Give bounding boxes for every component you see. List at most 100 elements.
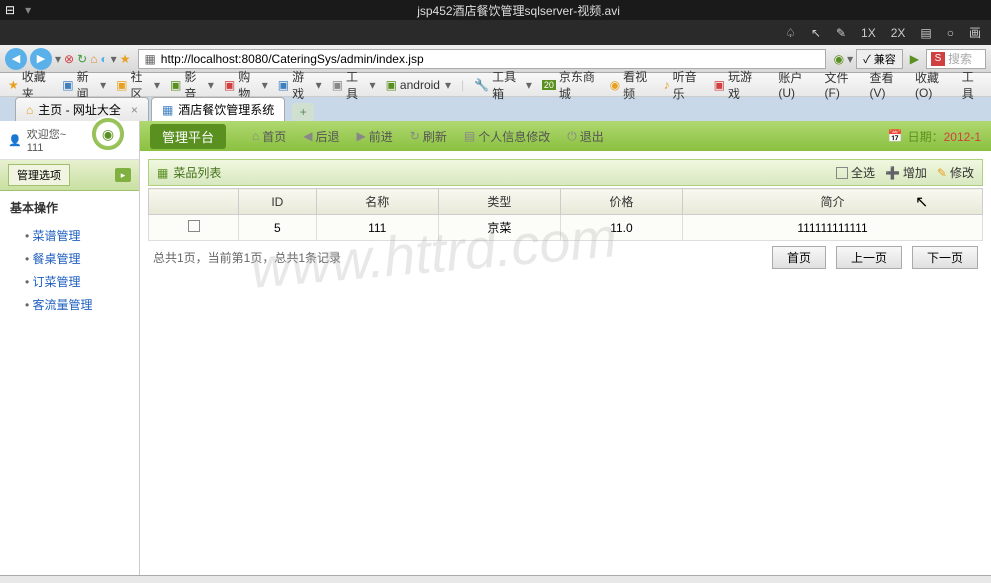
list-header: ▦ 菜品列表 全选 ➕增加 ✎修改 (148, 159, 983, 186)
user-icon: 👤 (8, 134, 22, 147)
col-check (149, 189, 239, 215)
folder-icon: ▣ (170, 78, 181, 92)
cell-check[interactable] (149, 215, 239, 241)
nav-stop-button[interactable]: ⊗ (64, 52, 74, 66)
bookmarks-bar: ★收藏夹 ▣新闻 ▣社区 ▣影音 ▣购物 ▣游戏 ▣工具 ▣android | … (0, 73, 991, 97)
app-container: 👤 欢迎您~111 管理选项 ▸ 基本操作 菜谱管理 餐桌管理 订菜管理 客流量… (0, 121, 991, 575)
search-box[interactable]: S 搜索 (926, 49, 986, 69)
nav-star-icon[interactable]: ★ (120, 52, 131, 66)
add-button[interactable]: ➕增加 (885, 164, 927, 181)
game-icon: ▣ (714, 78, 725, 92)
header-logout[interactable]: ⏻退出 (561, 126, 610, 147)
video-icon: ◉ (610, 78, 620, 92)
file-menu[interactable]: 文件(F) (825, 69, 860, 100)
sidebar-item-menu[interactable]: 菜谱管理 (25, 224, 129, 247)
dropdown-icon[interactable]: ▾ (25, 3, 31, 17)
cell-id: 5 (239, 215, 317, 241)
pagination: 总共1页，当前第1页，总共1条记录 首页 上一页 下一页 (148, 241, 983, 274)
view-menu[interactable]: 查看(V) (869, 69, 905, 100)
add-icon: ➕ (885, 166, 900, 180)
header-profile[interactable]: ▤个人信息修改 (458, 126, 556, 147)
speed-1x[interactable]: 1X (861, 26, 876, 40)
header-home[interactable]: ⌂首页 (246, 126, 292, 147)
tab-home[interactable]: ⌂ 主页 - 网址大全 × (15, 97, 149, 121)
edit-button[interactable]: ✎修改 (937, 164, 974, 181)
cell-desc: 111111111111 (683, 215, 983, 241)
select-all-button[interactable]: 全选 (836, 164, 875, 181)
shield-icon[interactable]: ◉ (834, 52, 844, 66)
profile-icon: ▤ (464, 129, 475, 143)
sidebar: 👤 欢迎您~111 管理选项 ▸ 基本操作 菜谱管理 餐桌管理 订菜管理 客流量… (0, 121, 140, 575)
first-page-button[interactable]: 首页 (772, 246, 826, 269)
logo: ◉ (90, 116, 126, 152)
jd-link[interactable]: 20京东商城 (542, 68, 600, 102)
nav-dropdown-icon[interactable]: ▾ (55, 52, 61, 66)
next-page-button[interactable]: 下一页 (912, 246, 978, 269)
mgmt-option-bar: 管理选项 ▸ (0, 160, 139, 191)
data-table: ID 名称 类型 价格 简介 5 111 京菜 11.0 1111111111 (148, 188, 983, 241)
edit-icon[interactable]: ✎ (836, 26, 846, 40)
folder-icon: ▣ (386, 78, 397, 92)
col-type: 类型 (438, 189, 560, 215)
music-link[interactable]: ♪听音乐 (664, 68, 704, 102)
home-icon: ⌂ (252, 129, 259, 143)
nav-icon1[interactable]: ◐ (100, 52, 107, 66)
browser-toolbar: ♤ ↖ ✎ 1X 2X ▤ ○ 画 (0, 20, 991, 45)
sidebar-item-order[interactable]: 订菜管理 (25, 270, 129, 293)
col-desc: 简介 (683, 189, 983, 215)
page-info: 总共1页，当前第1页，总共1条记录 (153, 249, 762, 266)
url-input[interactable]: ▦ http://localhost:8080/CateringSys/admi… (138, 49, 825, 69)
new-tab-button[interactable]: + (292, 103, 314, 121)
platform-title: 管理平台 (150, 124, 226, 149)
sidebar-nav: 菜谱管理 餐桌管理 订菜管理 客流量管理 (0, 224, 139, 316)
picture-icon[interactable]: 画 (969, 24, 981, 41)
bookmark-android[interactable]: ▣android (386, 78, 451, 92)
mgmt-option-button[interactable]: 管理选项 (8, 164, 70, 186)
close-icon[interactable]: × (131, 103, 138, 117)
sidebar-item-table[interactable]: 餐桌管理 (25, 247, 129, 270)
menu-icon[interactable]: ⊟ (5, 3, 15, 17)
header-back[interactable]: ◀后退 (297, 126, 345, 147)
prev-page-button[interactable]: 上一页 (836, 246, 902, 269)
nav-home-button[interactable]: ⌂ (90, 52, 97, 66)
toolbox-button[interactable]: 🔧工具箱 (474, 68, 532, 102)
circle-icon[interactable]: ○ (947, 26, 954, 40)
col-price: 价格 (560, 189, 682, 215)
nav-back-button[interactable]: ◀ (5, 48, 27, 70)
game-link[interactable]: ▣玩游戏 (714, 68, 759, 102)
col-id: ID (239, 189, 317, 215)
jd-icon: 20 (542, 80, 556, 90)
row-checkbox[interactable] (188, 220, 200, 232)
account-menu[interactable]: 账户(U) (778, 69, 814, 100)
tools-menu[interactable]: 工具 (962, 68, 983, 102)
bookmark-tools[interactable]: ▣工具 (332, 68, 376, 102)
video-link[interactable]: ◉看视频 (610, 68, 654, 102)
checkbox-icon (836, 167, 848, 179)
compat-dropdown-icon[interactable]: ▾ (847, 52, 853, 66)
favorites-menu[interactable]: 收藏(O) (915, 69, 952, 100)
page-icon: ▦ (144, 52, 155, 66)
refresh-icon: ↻ (410, 129, 420, 143)
bell-icon[interactable]: ♤ (785, 26, 796, 40)
sidebar-item-traffic[interactable]: 客流量管理 (25, 293, 129, 316)
speed-2x[interactable]: 2X (891, 26, 906, 40)
layout-icon[interactable]: ▤ (920, 26, 931, 40)
bookmark-games[interactable]: ▣游戏 (278, 68, 322, 102)
url-text: http://localhost:8080/CateringSys/admin/… (161, 52, 424, 66)
header-forward[interactable]: ▶前进 (351, 126, 399, 147)
compat-button[interactable]: ✓ 兼容 (856, 49, 903, 69)
go-button[interactable]: ▶ (906, 52, 923, 66)
nav-dropdown2-icon[interactable]: ▾ (111, 52, 117, 66)
search-s-icon: S (931, 52, 945, 66)
nav-refresh-button[interactable]: ↻ (77, 52, 87, 66)
arrow-icon[interactable]: ↖ (811, 26, 821, 40)
header-refresh[interactable]: ↻刷新 (404, 126, 453, 147)
page-icon: ▦ (162, 103, 173, 117)
expand-button[interactable]: ▸ (115, 168, 131, 182)
star-icon: ★ (8, 78, 19, 92)
cell-type: 京菜 (438, 215, 560, 241)
table-row[interactable]: 5 111 京菜 11.0 111111111111 (149, 215, 983, 241)
tab-system[interactable]: ▦ 酒店餐饮管理系统 (151, 97, 285, 121)
search-placeholder: 搜索 (948, 50, 972, 67)
nav-forward-button[interactable]: ▶ (30, 48, 52, 70)
